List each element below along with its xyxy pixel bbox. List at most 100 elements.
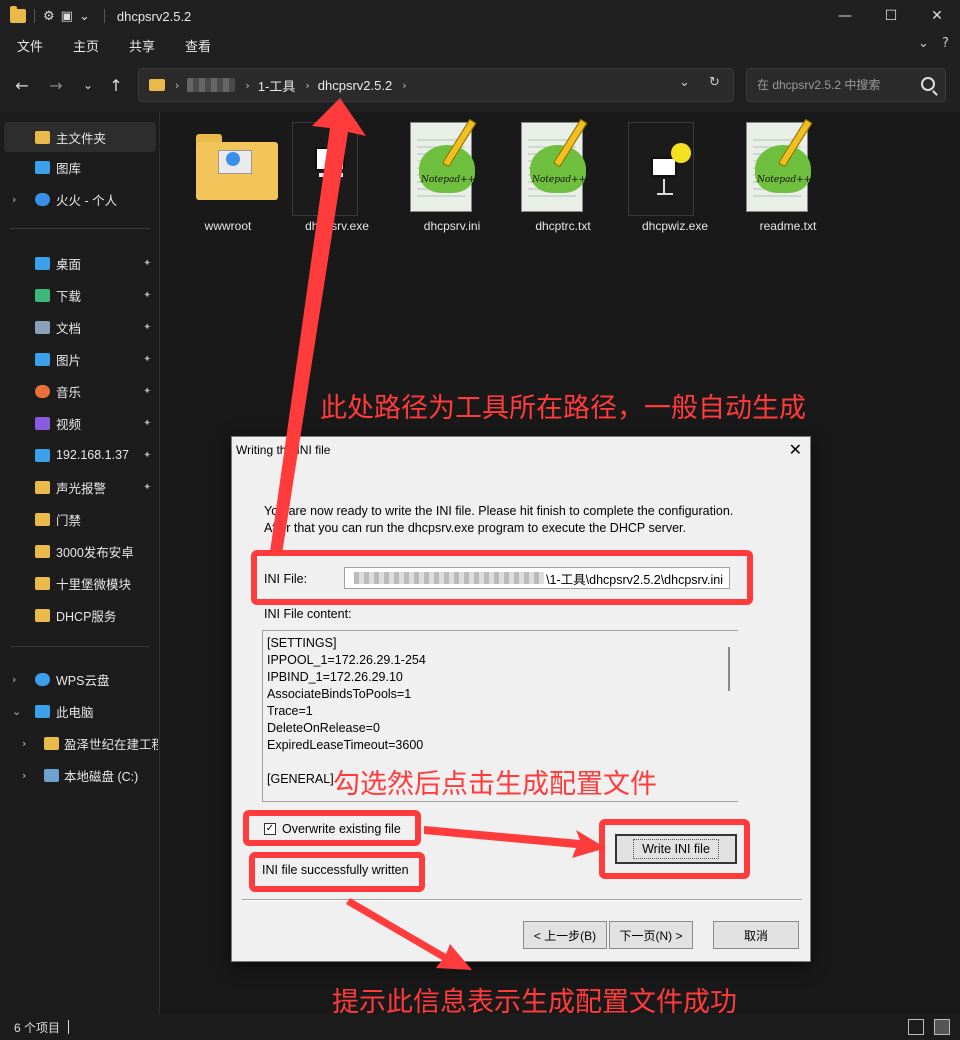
address-bar[interactable]: › › 1-工具 › dhcpsrv2.5.2 › ⌄ ↻ [138, 68, 734, 102]
search-box[interactable] [746, 68, 946, 102]
file-item-dhcpsrv-exe[interactable]: dhcpsrv.exe [287, 122, 387, 234]
forward-icon[interactable]: → [42, 72, 70, 98]
dialog-close-icon[interactable]: ✕ [789, 440, 802, 459]
collapse-chevron-icon[interactable]: ⌄ [12, 705, 21, 718]
close-button[interactable]: ✕ [914, 0, 960, 32]
sidebar-item-dhcp[interactable]: DHCP服务 [0, 600, 158, 630]
sidebar-item-label: 门禁 [56, 513, 82, 528]
search-input[interactable] [757, 78, 907, 92]
annotation-box-ini-path [251, 550, 753, 605]
sidebar-item-home[interactable]: 主文件夹 [4, 122, 156, 152]
sidebar-item-onedrive[interactable]: › 火火 - 个人 [0, 184, 158, 214]
pin-icon[interactable]: ✦ [143, 354, 151, 365]
sidebar-item-access-control[interactable]: 门禁 [0, 504, 158, 534]
breadcrumb-chevron-icon[interactable]: › [245, 79, 249, 92]
pin-icon[interactable]: ✦ [143, 258, 151, 269]
sidebar-item-pictures[interactable]: 图片 ✦ [0, 344, 158, 374]
sidebar-item-label: 视频 [56, 417, 82, 432]
menu-home[interactable]: 主页 [60, 36, 112, 55]
sidebar-item-local-disk[interactable]: › 本地磁盘 (C:) [0, 760, 158, 790]
pin-icon[interactable]: ✦ [143, 482, 151, 493]
minimize-button[interactable]: — [822, 0, 868, 32]
pictures-icon [35, 352, 50, 366]
properties-icon[interactable]: ⚙ [43, 9, 55, 24]
document-icon [35, 320, 50, 334]
menu-share[interactable]: 共享 [116, 36, 168, 55]
scrollbar-thumb[interactable] [728, 647, 730, 691]
cloud-icon [35, 672, 50, 686]
quick-access-chevron-icon[interactable]: ⌄ [79, 9, 90, 24]
breadcrumb-dhcpsrv[interactable]: dhcpsrv2.5.2 [318, 78, 392, 93]
menu-view[interactable]: 查看 [172, 36, 224, 55]
annotation-box-success [249, 852, 425, 892]
new-folder-icon[interactable]: ▣ [61, 9, 73, 24]
sidebar-item-label: 火火 - 个人 [56, 193, 118, 208]
help-icon[interactable]: ? [942, 36, 949, 51]
pin-icon[interactable]: ✦ [143, 418, 151, 429]
breadcrumb-tools[interactable]: 1-工具 [258, 76, 296, 95]
breadcrumb-chevron-icon[interactable]: › [305, 79, 309, 92]
details-view-icon[interactable] [908, 1019, 924, 1035]
folder-icon [35, 480, 50, 494]
redacted-path [187, 78, 236, 92]
refresh-icon[interactable]: ↻ [709, 75, 720, 90]
sidebar-item-label: 盈泽世纪在建工程 [64, 737, 158, 752]
sidebar-divider [10, 646, 150, 647]
maximize-button[interactable]: ☐ [868, 0, 914, 32]
menu-file[interactable]: 文件 [4, 36, 56, 55]
folder-icon [149, 79, 165, 91]
up-icon[interactable]: ↑ [102, 72, 130, 98]
folder-icon [35, 608, 50, 622]
sidebar-item-label: WPS云盘 [56, 673, 110, 688]
file-item-dhcptrc-txt[interactable]: Notepad++ dhcptrc.txt [513, 118, 613, 234]
sidebar-item-android[interactable]: 3000发布安卓 [0, 536, 158, 566]
back-button[interactable]: < 上一步(B) [523, 921, 607, 949]
ini-line: IPBIND_1=172.26.29.10 [267, 670, 403, 684]
file-item-dhcpsrv-ini[interactable]: Notepad++ dhcpsrv.ini [402, 118, 502, 234]
sidebar-item-music[interactable]: 音乐 ✦ [0, 376, 158, 406]
large-icons-view-icon[interactable] [934, 1019, 950, 1035]
sidebar-item-label: DHCP服务 [56, 609, 117, 624]
expand-chevron-icon[interactable]: › [22, 737, 26, 750]
sidebar-item-micro-module[interactable]: 十里堡微模块 [0, 568, 158, 598]
folder-icon [10, 6, 26, 23]
file-item-wwwroot[interactable]: wwwroot [178, 122, 278, 234]
sidebar-item-videos[interactable]: 视频 ✦ [0, 408, 158, 438]
sidebar-item-this-pc[interactable]: ⌄ 此电脑 [0, 696, 158, 726]
file-item-readme-txt[interactable]: Notepad++ readme.txt [738, 118, 838, 234]
sidebar-item-documents[interactable]: 文档 ✦ [0, 312, 158, 342]
folder-icon [35, 544, 50, 558]
sidebar-item-label: 本地磁盘 (C:) [64, 769, 139, 784]
pin-icon[interactable]: ✦ [143, 386, 151, 397]
sidebar-item-downloads[interactable]: 下载 ✦ [0, 280, 158, 310]
sidebar-item-alarm[interactable]: 声光报警 ✦ [0, 472, 158, 502]
pin-icon[interactable]: ✦ [143, 322, 151, 333]
breadcrumb-chevron-icon[interactable]: › [402, 79, 406, 92]
address-history-chevron-icon[interactable]: ⌄ [679, 75, 690, 90]
expand-chevron-icon[interactable]: › [22, 769, 26, 782]
pin-icon[interactable]: ✦ [143, 290, 151, 301]
pin-icon[interactable]: ✦ [143, 450, 151, 461]
video-icon [35, 416, 50, 430]
collapse-ribbon-icon[interactable]: ⌄ [918, 36, 929, 51]
sidebar-item-project-drive[interactable]: › 盈泽世纪在建工程 [0, 728, 158, 758]
breadcrumb-chevron-icon[interactable]: › [175, 79, 179, 92]
folder-icon [192, 122, 278, 216]
folder-icon [35, 576, 50, 590]
file-item-dhcpwiz-exe[interactable]: dhcpwiz.exe [625, 122, 725, 234]
navigation-pane: 主文件夹 图库 › 火火 - 个人 桌面 ✦ 下载 ✦ 文档 ✦ 图片 ✦ 音乐… [0, 112, 160, 1014]
recent-chevron-icon[interactable]: ⌄ [74, 72, 102, 98]
sidebar-item-desktop[interactable]: 桌面 ✦ [0, 248, 158, 278]
expand-chevron-icon[interactable]: › [12, 673, 16, 686]
back-icon[interactable]: ← [8, 72, 36, 98]
sidebar-item-network-drive[interactable]: 192.168.1.37 ✦ [0, 440, 158, 470]
sidebar-item-gallery[interactable]: 图库 [0, 152, 158, 182]
next-button[interactable]: 下一页(N) > [609, 921, 693, 949]
sidebar-item-wps-cloud[interactable]: › WPS云盘 [0, 664, 158, 694]
search-icon[interactable] [921, 77, 935, 91]
sidebar-item-label: 文档 [56, 321, 82, 336]
ini-line: AssociateBindsToPools=1 [267, 687, 412, 701]
sidebar-item-label: 主文件夹 [56, 131, 107, 146]
cancel-button[interactable]: 取消 [713, 921, 799, 949]
expand-chevron-icon[interactable]: › [12, 193, 16, 206]
